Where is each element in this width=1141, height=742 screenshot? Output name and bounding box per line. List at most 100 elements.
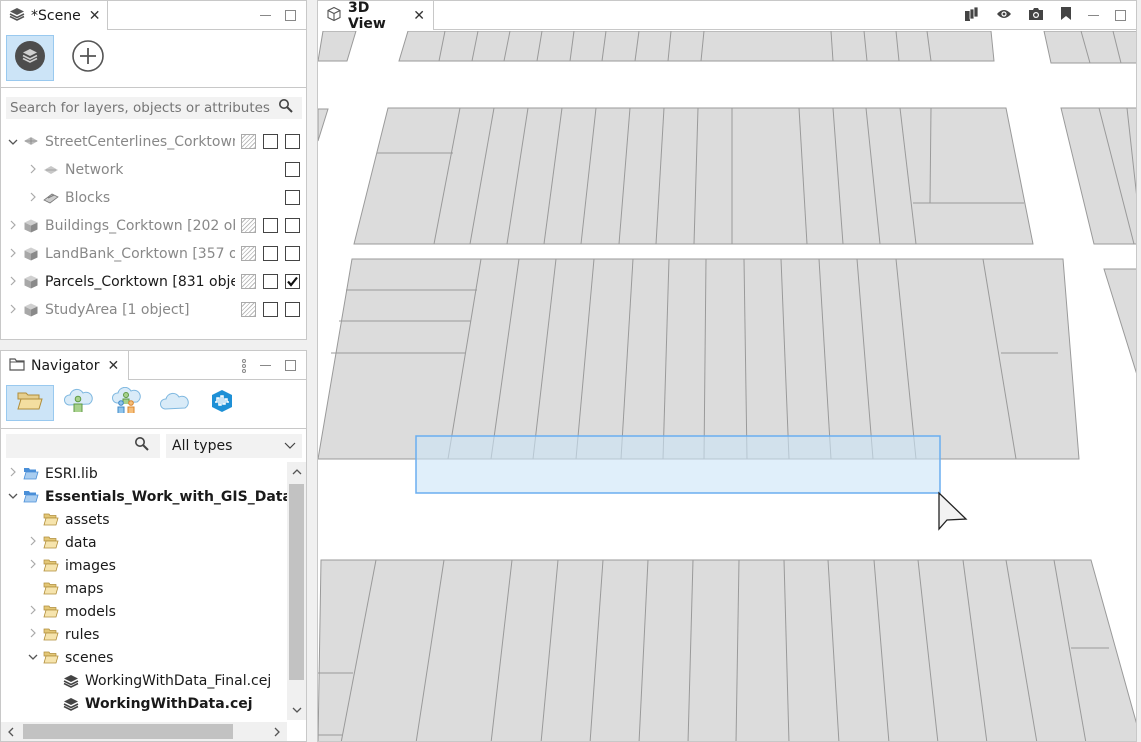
selectable-checkbox[interactable] [285,302,300,317]
navigator-item[interactable]: WorkingWithData.cej [1,692,253,715]
lock-toggle[interactable] [241,134,256,149]
tab-scene[interactable]: *Scene ✕ [1,1,108,30]
minimize-button[interactable] [260,15,271,16]
navigator-item[interactable]: rules [1,623,99,646]
bookmark-icon[interactable] [1060,6,1072,25]
scene-search-input[interactable] [6,100,276,116]
parcel-block[interactable] [318,258,1080,460]
workspace-button[interactable] [6,385,54,421]
my-content-button[interactable] [54,385,102,421]
parcels-scene[interactable] [318,31,1136,741]
scroll-left-icon[interactable] [1,722,21,741]
minimize-button[interactable] [260,365,271,366]
parcel-block[interactable] [1060,107,1136,245]
viewport-3d[interactable] [318,31,1136,741]
layer-row[interactable]: Parcels_Corktown [831 objec [1,268,306,296]
navigator-horizontal-scrollbar[interactable] [1,722,287,741]
close-icon[interactable]: ✕ [89,8,101,24]
selectable-checkbox[interactable] [285,274,300,289]
visibility-checkbox[interactable] [263,246,278,261]
maximize-button[interactable] [1115,10,1126,21]
navigator-item[interactable]: models [1,600,116,623]
selectable-checkbox[interactable] [285,246,300,261]
chevron-right-icon[interactable] [7,220,19,233]
selectable-checkbox[interactable] [285,190,300,205]
visibility-checkbox[interactable] [263,302,278,317]
navigator-item[interactable]: data [1,531,97,554]
navigator-item[interactable]: ESRI.lib [1,462,98,485]
navigator-item[interactable]: images [1,554,116,577]
parcel-block[interactable] [318,31,357,62]
chevron-right-icon[interactable] [7,276,19,289]
type-filter-select[interactable]: All types [166,434,302,458]
chevron-right-icon[interactable] [7,467,19,480]
chevron-right-icon[interactable] [7,304,19,317]
chevron-right-icon[interactable] [27,164,39,177]
lock-toggle[interactable] [241,302,256,317]
vertical-scroll-thumb[interactable] [289,484,304,680]
horizontal-scroll-thumb[interactable] [23,724,233,739]
chevron-right-icon[interactable] [7,248,19,261]
lock-toggle[interactable] [241,246,256,261]
maximize-button[interactable] [285,360,296,371]
close-icon[interactable]: ✕ [413,8,425,24]
visibility-checkbox[interactable] [263,274,278,289]
living-atlas-button[interactable] [198,385,246,421]
visibility-eye-icon[interactable] [996,8,1012,24]
navigator-item[interactable]: scenes [1,646,113,669]
scroll-down-icon[interactable] [287,700,306,720]
chevron-right-icon[interactable] [27,192,39,205]
tab-navigator[interactable]: Navigator ✕ [1,351,129,380]
parcel-block[interactable] [1103,268,1136,391]
layers-button[interactable] [6,35,54,81]
visibility-checkbox[interactable] [263,134,278,149]
navigator-search-input[interactable] [6,438,134,454]
navigator-item[interactable]: maps [1,577,103,600]
chevron-right-icon[interactable] [27,605,39,618]
layer-row[interactable]: LandBank_Corktown [357 ob [1,240,306,268]
parcel-block[interactable] [318,108,329,142]
chevron-down-icon[interactable] [27,652,39,663]
close-icon[interactable]: ✕ [108,358,120,374]
selectable-checkbox[interactable] [285,218,300,233]
navigator-item-label: scenes [65,649,114,666]
scene-search[interactable] [6,97,302,119]
chevron-right-icon[interactable] [27,628,39,641]
parcel-block[interactable] [1043,31,1136,64]
navigator-vertical-scrollbar[interactable] [287,462,306,720]
selectable-checkbox[interactable] [285,162,300,177]
navigator-item[interactable]: assets [1,508,110,531]
navigator-item[interactable]: Essentials_Work_with_GIS_Data [1,485,287,508]
layer-row[interactable]: Network [1,156,306,184]
add-layer-button[interactable] [64,35,112,81]
layer-row[interactable]: Blocks [1,184,306,212]
groups-button[interactable] [102,385,150,421]
navigator-search[interactable] [6,434,160,458]
layer-row[interactable]: Buildings_Corktown [202 obj [1,212,306,240]
tab-3d-view[interactable]: 3D View ✕ [318,0,434,32]
camera-icon[interactable] [1028,7,1044,25]
chevron-right-icon[interactable] [27,536,39,549]
view-menu-icon[interactable] [242,358,246,373]
maximize-button[interactable] [285,10,296,21]
minimize-button[interactable] [1088,15,1099,16]
lock-toggle[interactable] [241,218,256,233]
visibility-checkbox[interactable] [263,218,278,233]
bookmarks-stack-icon[interactable] [964,6,980,26]
chevron-down-icon[interactable] [7,491,19,502]
scroll-up-icon[interactable] [287,462,306,482]
search-icon[interactable] [134,436,150,456]
portal-button[interactable] [150,385,198,421]
parcel-block[interactable] [318,559,1136,741]
layer-row[interactable]: StreetCenterlines_Corktown [ [1,128,306,156]
search-icon[interactable] [278,98,294,118]
parcel-block[interactable] [398,31,995,62]
layer-row[interactable]: StudyArea [1 object] [1,296,306,324]
scroll-right-icon[interactable] [267,722,287,741]
navigator-item[interactable]: WorkingWithData_Final.cej [1,669,271,692]
selectable-checkbox[interactable] [285,134,300,149]
lock-toggle[interactable] [241,274,256,289]
chevron-right-icon[interactable] [27,559,39,572]
folder-icon [17,391,43,415]
chevron-down-icon[interactable] [7,137,19,148]
